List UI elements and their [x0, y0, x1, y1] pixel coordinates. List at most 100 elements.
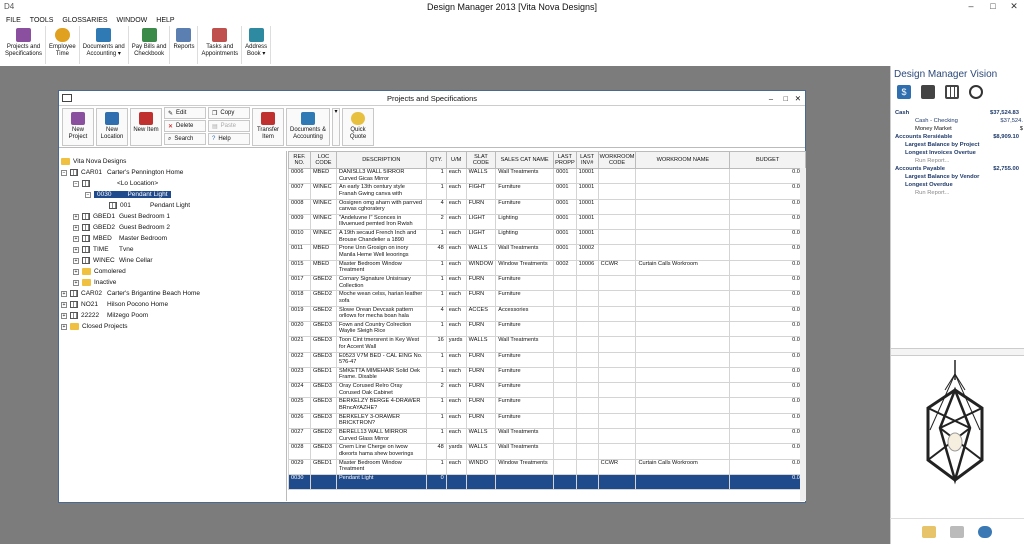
tree-location-mbed[interactable]: + MBED Master Bedroom [73, 233, 167, 244]
dollar-icon[interactable]: $ [897, 85, 911, 99]
column-header[interactable]: WORKROOM NAME [635, 151, 731, 169]
table-row[interactable]: 0007 WINEC An early 13th century style Fra… [288, 183, 806, 200]
column-header[interactable]: SALES CAT NAME [495, 151, 555, 169]
tree-location-time[interactable]: + TIME Tvne [73, 244, 133, 255]
ap-overdue-row[interactable]: Longest Overdue [905, 182, 1023, 190]
help-button[interactable]: ? Help [208, 133, 250, 145]
column-header[interactable]: WORKROOM CODE [597, 151, 637, 169]
expand-icon[interactable]: + [73, 246, 79, 253]
reports-button[interactable]: Reports [170, 26, 199, 64]
table-row[interactable]: 0023 GBED1 SMKETTA MIMEHAIR Solid Oek Fram… [288, 366, 806, 384]
table-row[interactable]: 0017 GBED2 Cornary Signature Unisirsary Co… [288, 275, 806, 292]
expand-icon[interactable]: + [61, 301, 67, 308]
expand-icon[interactable]: + [73, 268, 79, 275]
table-row[interactable]: 0009 WINEC "Andeluvne I" Sconces in Illvue… [288, 213, 806, 231]
expand-icon[interactable]: + [73, 235, 79, 242]
tree-folder-inactive[interactable]: + Inactive [73, 277, 116, 288]
ap-largest-balance-row[interactable]: Largest Balance by Vendor [905, 174, 1023, 182]
table-row[interactable]: 0019 GBED2 Slowe Orean Devcask pattern orl… [288, 305, 806, 322]
table-row[interactable]: 0021 GBED3 Toon Cint tmersrent in Key West… [288, 336, 806, 353]
collapse-icon[interactable]: − [85, 191, 91, 198]
paste-button[interactable]: ▤ Paste [208, 120, 250, 132]
panel-scrollbar[interactable] [891, 348, 1024, 356]
tree-project-car02[interactable]: + CAR02 Carter's Brigantine Beach Home [61, 288, 200, 299]
expand-icon[interactable]: + [73, 279, 79, 286]
tree-project-22222[interactable]: +22222 Milzego Poom [61, 310, 148, 321]
accounts-payable-row[interactable]: Accounts Payable $2,755.00 [895, 166, 1023, 174]
pay-bills-button[interactable]: Pay Bills and Checkbook [129, 26, 171, 64]
table-row[interactable]: 0008 WINEC Oosigren omg aharn with parrved… [288, 198, 806, 215]
menu-help[interactable]: HELP [156, 17, 174, 24]
cash-row[interactable]: Cash $37,524.83 [895, 110, 1023, 118]
column-header[interactable]: LAST INV# [575, 151, 599, 169]
collapse-icon[interactable]: − [73, 180, 79, 187]
transfer-item-button[interactable]: Transfer Item [252, 107, 284, 146]
delete-button[interactable]: ✕ Delete [164, 120, 206, 132]
collapse-icon[interactable]: − [61, 169, 67, 176]
ap-run-report-link[interactable]: Run Report... [915, 190, 1023, 198]
expand-icon[interactable]: + [61, 312, 67, 319]
quick-quote-button[interactable]: Quick Quote [342, 107, 374, 146]
employee-time-button[interactable]: Employee Time [46, 26, 80, 64]
tree-project-no21[interactable]: + NO21 Hilson Pocono Home [61, 299, 168, 310]
table-row[interactable]: 0028 GBED3 Cnem Line Cherge on iwow dkeort… [288, 443, 806, 460]
close-icon[interactable]: ✕ [1005, 0, 1023, 13]
column-header[interactable]: LAST PROPP [553, 151, 577, 169]
column-header[interactable]: SLAT CODE [465, 151, 497, 169]
address-book-button[interactable]: Address Book ▾ [242, 26, 272, 64]
sofa-icon[interactable] [921, 85, 935, 99]
window-minimize-icon[interactable]: – [769, 94, 773, 103]
window-close-icon[interactable]: ✕ [795, 94, 801, 103]
table-row[interactable]: 0011 MBED Prone Unn Grosign on inory Manil… [288, 244, 806, 261]
ar-run-report-link[interactable]: Run Report... [915, 158, 1023, 166]
tree-item-0030[interactable]: −0030 Pendant Light [85, 189, 171, 200]
table-row[interactable]: 0025 GBED3 BERKELZY BERGE 4-DRAWER BRncAYA… [288, 397, 806, 414]
table-row[interactable]: 0024 GBED3 Oray Corused Relro Oray Corused… [288, 382, 806, 399]
tree-location-winec[interactable]: + WINEC Wine Cellar [73, 255, 153, 266]
column-header[interactable]: LOC CODE [309, 151, 337, 169]
documents-accounting-button[interactable]: Documents and Accounting ▾ [80, 26, 129, 64]
menu-window[interactable]: WINDOW [117, 17, 148, 24]
money-market-row[interactable]: Money Market $ [915, 126, 1023, 134]
copy-button[interactable]: ❐ Copy [208, 107, 250, 119]
search-button[interactable]: ⌕ Search [164, 133, 206, 145]
clock-icon[interactable] [969, 85, 983, 99]
projects-specifications-button[interactable]: Projects and Specifications [2, 26, 47, 64]
table-row[interactable]: 0030 Pendant Light 0 0.00 [288, 473, 806, 491]
tree-location-gbed2[interactable]: + GBED2 Guest Bedroom 2 [73, 222, 170, 233]
table-row[interactable]: 0029 GBED1 Master Bedroom Window Treatment… [288, 458, 806, 475]
cash-checking-row[interactable]: Cash - Checking $37,524. [915, 118, 1023, 126]
tree-folder-closed[interactable]: + Closed Projects [61, 321, 128, 332]
documents-dropdown-arrow[interactable]: ▾ [332, 107, 340, 146]
column-header[interactable]: U/M [445, 151, 467, 169]
ar-overdue-row[interactable]: Longest Invoices Overtue [905, 150, 1023, 158]
tree-folder-completed[interactable]: + Comolered [73, 266, 126, 277]
tree-location-none[interactable]: − <Lo Location> [73, 178, 158, 189]
menu-glossaries[interactable]: GLOSSARIES [62, 17, 107, 24]
edit-button[interactable]: ✎ Edit [164, 107, 206, 119]
table-row[interactable]: 0015 MBED Master Bedroom Window Treatment 1… [288, 259, 806, 277]
table-row[interactable]: 0010 WINEC A 19th secaud French Inch and B… [288, 229, 806, 246]
column-header[interactable]: DESCRIPTION [335, 151, 427, 169]
tree-root[interactable]: Vita Nova Designs [61, 156, 126, 167]
new-project-button[interactable]: New Project [62, 107, 94, 146]
table-row[interactable]: 0027 GBED2 BERELL13 WALL MIRROR Curved Gla… [288, 428, 806, 445]
calendar-icon[interactable] [945, 85, 959, 99]
menu-file[interactable]: FILE [6, 17, 21, 24]
folder-icon[interactable] [922, 525, 936, 538]
expand-icon[interactable]: + [61, 290, 67, 297]
tree-project-car01[interactable]: − CAR01 Carter's Pennington Home [61, 167, 183, 178]
documents-accounting-dropdown[interactable]: Documents & Accounting [286, 107, 330, 146]
menu-tools[interactable]: TOOLS [30, 17, 54, 24]
expand-icon[interactable]: + [73, 213, 79, 220]
table-row[interactable]: 0018 GBED2 Moche wean celss, harian leathe… [288, 290, 806, 307]
maximize-icon[interactable]: □ [984, 0, 1002, 13]
minimize-icon[interactable]: – [962, 0, 980, 13]
grid-scrollbar[interactable] [800, 168, 806, 501]
tasks-appointments-button[interactable]: Tasks and Appointments [198, 26, 243, 64]
expand-icon[interactable]: + [61, 323, 67, 330]
tree-location-gbed1[interactable]: + GBED1 Guest Bedroom 1 [73, 211, 170, 222]
column-header[interactable]: QTY. [425, 151, 447, 169]
column-header[interactable]: REF. NO. [288, 151, 311, 169]
tree-item-001[interactable]: 001 Pendant Light [109, 200, 190, 211]
